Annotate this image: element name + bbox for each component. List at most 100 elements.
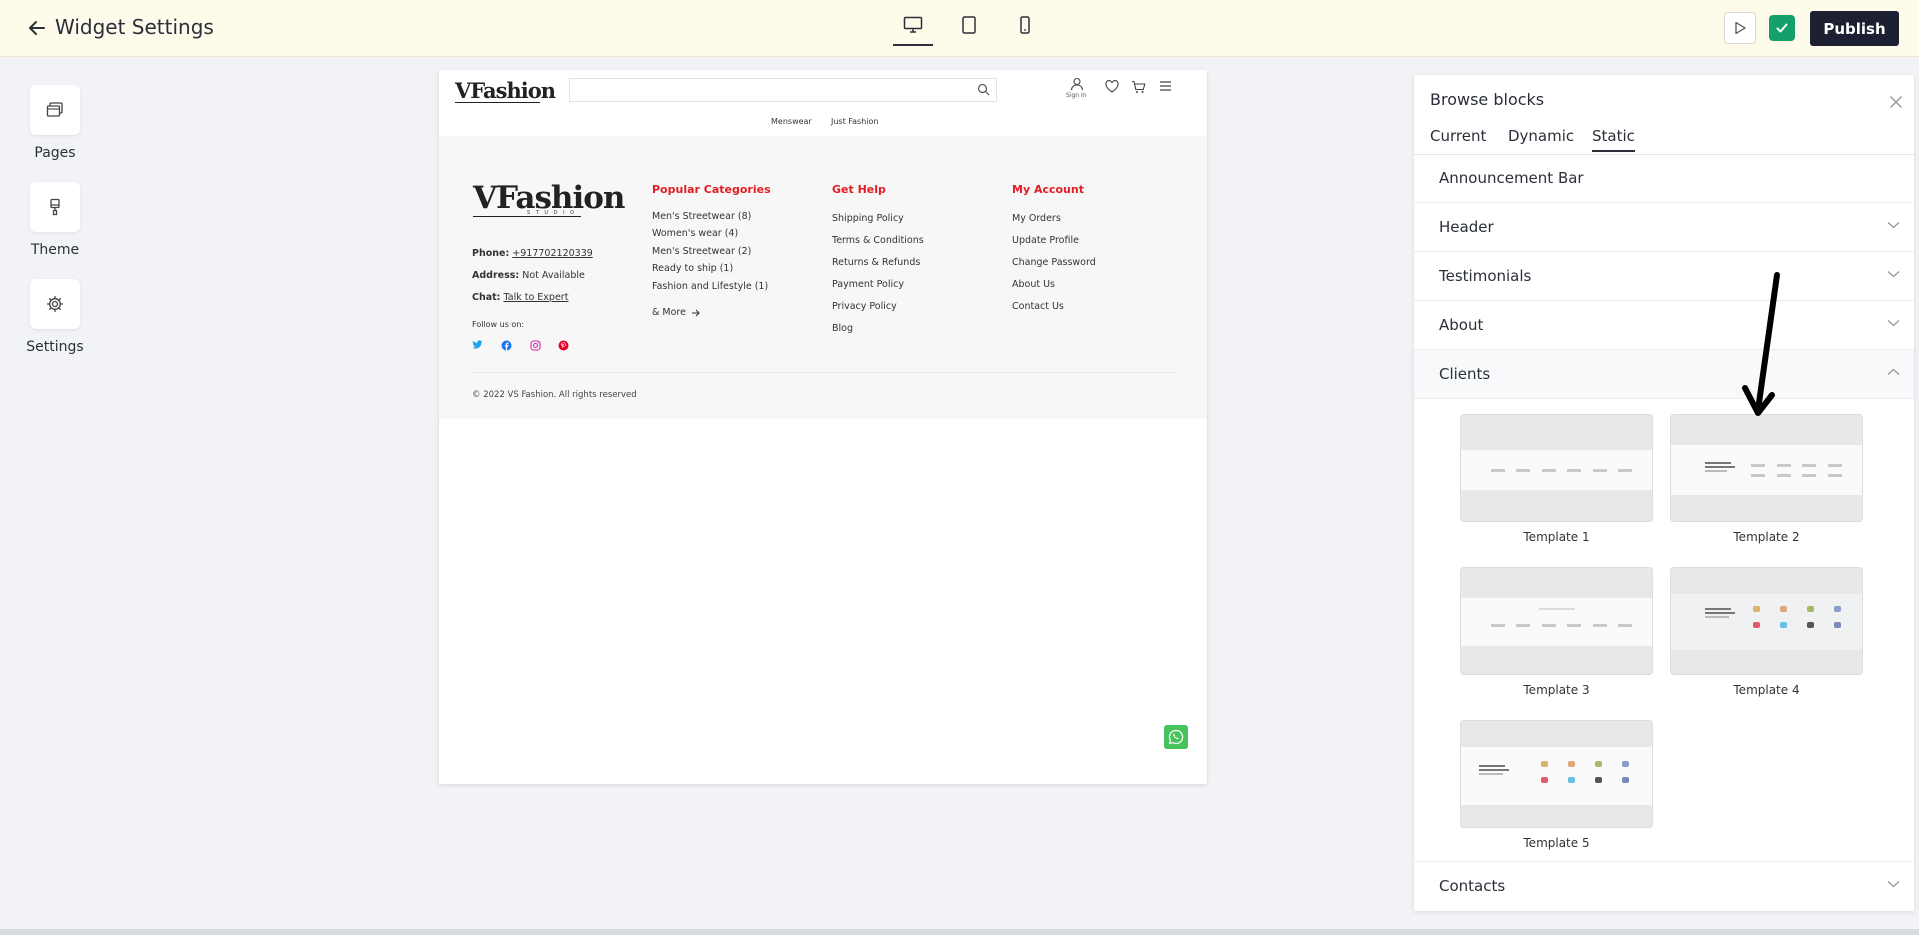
account-link[interactable]: Contact Us <box>1012 301 1064 312</box>
template-3-thumbnail[interactable] <box>1460 567 1653 675</box>
template-1-thumbnail[interactable] <box>1460 414 1653 522</box>
publish-button[interactable]: Publish <box>1810 11 1899 46</box>
section-testimonials[interactable]: Testimonials <box>1414 252 1914 301</box>
gear-icon <box>46 295 64 313</box>
footer-divider <box>471 372 1175 373</box>
user-icon[interactable] <box>1070 77 1084 91</box>
play-icon <box>1735 21 1746 35</box>
bottom-scroll-strip <box>0 929 1919 935</box>
category-link[interactable]: Men's Streetwear (2) <box>652 246 751 257</box>
section-contacts[interactable]: Contacts <box>1414 861 1914 911</box>
template-2-thumbnail[interactable] <box>1670 414 1863 522</box>
category-link[interactable]: Ready to ship (1) <box>652 263 733 274</box>
help-link[interactable]: Payment Policy <box>832 279 904 290</box>
rail-label-settings: Settings <box>26 339 84 355</box>
cart-icon[interactable] <box>1131 80 1146 94</box>
account-link[interactable]: About Us <box>1012 279 1055 290</box>
chevron-down-icon <box>1887 881 1900 888</box>
template-5-label: Template 5 <box>1523 836 1590 850</box>
account-link[interactable]: Update Profile <box>1012 235 1079 246</box>
arrow-right-icon <box>692 309 700 316</box>
chevron-down-icon <box>1887 320 1900 327</box>
site-search-input[interactable] <box>569 78 997 102</box>
footer-phone: Phone: +917702120339 <box>472 248 593 259</box>
follow-us-label: Follow us on: <box>472 320 525 329</box>
site-header: VFashion Sign In Menswear Just Fashion <box>439 70 1207 136</box>
template-2-label: Template 2 <box>1733 530 1800 544</box>
get-help-heading: Get Help <box>832 183 886 196</box>
rail-item-settings[interactable]: Settings <box>0 279 110 355</box>
category-link[interactable]: Women's wear (4) <box>652 228 738 239</box>
help-link[interactable]: Returns & Refunds <box>832 257 920 268</box>
page-title: Widget Settings <box>55 15 214 39</box>
annotation-arrow-icon <box>1742 272 1780 416</box>
footer-address: Address: Not Available <box>472 270 585 281</box>
rail-label-pages: Pages <box>34 145 76 161</box>
help-link[interactable]: Terms & Conditions <box>832 235 924 246</box>
template-5-thumbnail[interactable] <box>1460 720 1653 828</box>
my-account-heading: My Account <box>1012 183 1084 196</box>
rail-label-theme: Theme <box>30 242 80 258</box>
account-link[interactable]: My Orders <box>1012 213 1061 224</box>
preview-canvas: VFashion Sign In Menswear Just Fashion V… <box>439 70 1207 784</box>
preview-button[interactable] <box>1724 12 1756 44</box>
panel-title: Browse blocks <box>1430 90 1545 109</box>
rail-item-pages[interactable]: Pages <box>0 85 110 161</box>
nav-link-menswear[interactable]: Menswear <box>771 117 812 126</box>
help-link[interactable]: Blog <box>832 323 853 334</box>
back-arrow-icon[interactable] <box>26 17 48 39</box>
twitter-icon[interactable] <box>472 340 483 350</box>
more-categories-link[interactable]: & More <box>652 307 700 318</box>
heart-icon[interactable] <box>1105 80 1119 93</box>
rail-item-theme[interactable]: Theme <box>0 182 110 258</box>
category-link[interactable]: Men's Streetwear (8) <box>652 211 751 222</box>
mobile-icon <box>1020 16 1030 34</box>
phone-link[interactable]: +917702120339 <box>512 248 593 259</box>
template-4-thumbnail[interactable] <box>1670 567 1863 675</box>
chat-link[interactable]: Talk to Expert <box>504 292 569 303</box>
copyright-text: © 2022 VS Fashion. All rights reserved <box>472 390 637 400</box>
close-icon[interactable] <box>1889 95 1903 109</box>
category-link[interactable]: Fashion and Lifestyle (1) <box>652 281 768 292</box>
tab-current[interactable]: Current <box>1430 127 1486 150</box>
whatsapp-button[interactable] <box>1164 725 1188 749</box>
facebook-icon[interactable] <box>501 340 512 351</box>
hamburger-menu-icon[interactable] <box>1159 80 1172 92</box>
tablet-view-button[interactable] <box>949 16 989 46</box>
desktop-icon <box>903 16 923 33</box>
template-3-label: Template 3 <box>1523 683 1590 697</box>
instagram-icon[interactable] <box>530 340 541 351</box>
pages-icon <box>46 102 63 117</box>
footer-chat: Chat: Talk to Expert <box>472 292 569 303</box>
help-link[interactable]: Privacy Policy <box>832 301 897 312</box>
browse-blocks-panel: Browse blocks Current Dynamic Static Ann… <box>1414 75 1914 911</box>
search-icon <box>977 83 990 96</box>
help-link[interactable]: Shipping Policy <box>832 213 904 224</box>
template-1-label: Template 1 <box>1523 530 1590 544</box>
site-logo[interactable]: VFashion <box>455 78 556 103</box>
brush-icon <box>50 198 60 216</box>
account-link[interactable]: Change Password <box>1012 257 1096 268</box>
tab-dynamic[interactable]: Dynamic <box>1508 127 1574 150</box>
section-clients[interactable]: Clients <box>1414 350 1914 399</box>
mobile-view-button[interactable] <box>1005 16 1045 46</box>
top-bar: Widget Settings Publish <box>0 0 1919 57</box>
section-header[interactable]: Header <box>1414 203 1914 252</box>
whatsapp-icon <box>1168 729 1184 745</box>
pinterest-icon[interactable] <box>558 340 569 351</box>
template-4-label: Template 4 <box>1733 683 1800 697</box>
popular-categories-heading: Popular Categories <box>652 183 771 196</box>
chevron-down-icon <box>1887 271 1900 278</box>
sign-in-label[interactable]: Sign In <box>1066 92 1087 99</box>
chevron-down-icon <box>1887 222 1900 229</box>
save-check-button[interactable] <box>1769 15 1795 41</box>
chevron-up-icon <box>1887 368 1900 375</box>
check-icon <box>1776 23 1788 33</box>
tab-static[interactable]: Static <box>1592 127 1635 152</box>
nav-link-just-fashion[interactable]: Just Fashion <box>831 117 878 126</box>
section-announcement-bar[interactable]: Announcement Bar <box>1414 154 1914 203</box>
footer-logo-subtitle: S T U D I O <box>527 210 577 216</box>
desktop-view-button[interactable] <box>893 16 933 46</box>
tablet-icon <box>962 16 976 34</box>
section-about[interactable]: About <box>1414 301 1914 350</box>
